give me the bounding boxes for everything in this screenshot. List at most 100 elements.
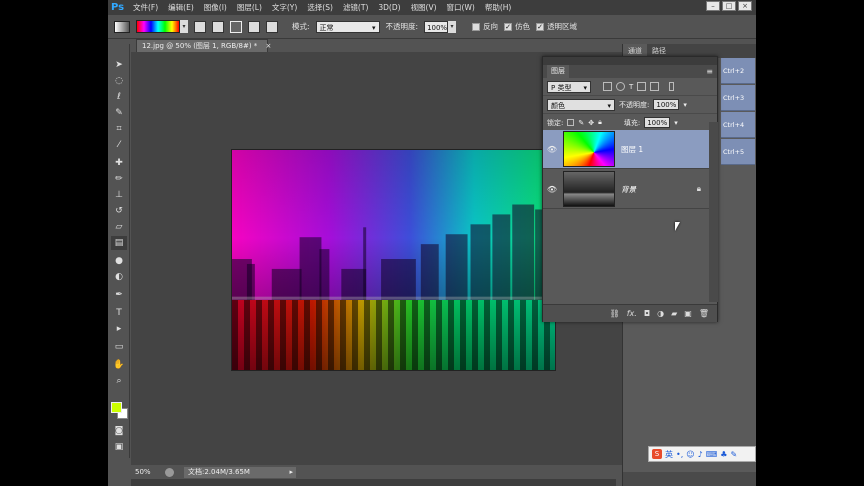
filter-adjustment-icon[interactable] — [616, 82, 625, 91]
menu-file[interactable]: 文件(F) — [128, 0, 163, 15]
menu-type[interactable]: 文字(Y) — [267, 0, 302, 15]
lock-all-icon[interactable]: 🔒︎ — [598, 118, 602, 127]
dither-option[interactable]: ✓ 仿色 — [504, 21, 530, 32]
gradient-picker[interactable]: ▾ — [136, 20, 188, 33]
reverse-checkbox[interactable] — [472, 22, 481, 31]
panel-menu-icon[interactable]: ≡ — [706, 67, 713, 76]
lasso-tool-icon[interactable]: ℓ — [111, 90, 127, 104]
status-info-icon[interactable] — [165, 467, 174, 477]
close-button[interactable]: × — [738, 1, 752, 11]
menu-filter[interactable]: 滤镜(T) — [338, 0, 373, 15]
document-tab[interactable]: 12.jpg @ 50% (图层 1, RGB/8#) * × — [136, 39, 271, 52]
menu-window[interactable]: 窗口(W) — [442, 0, 480, 15]
menu-view[interactable]: 视图(V) — [406, 0, 442, 15]
app-logo[interactable]: Ps — [108, 0, 128, 15]
horizontal-scrollbar[interactable] — [131, 479, 616, 486]
fx-icon[interactable]: fx. — [627, 309, 637, 318]
adjustment-icon[interactable]: ◑ — [657, 309, 664, 318]
zoom-tool-icon[interactable]: ⌕ — [111, 374, 127, 388]
blend-mode-select[interactable]: 颜色 ▾ — [547, 98, 615, 111]
reflected-gradient-button[interactable] — [248, 20, 260, 33]
menu-select[interactable]: 选择(S) — [302, 0, 338, 15]
hand-tool-icon[interactable]: ✋ — [111, 358, 127, 372]
fill-input[interactable]: 100% — [644, 117, 671, 128]
mask-icon[interactable]: ◘ — [644, 309, 650, 318]
filter-type-icon[interactable]: T — [629, 83, 633, 91]
menu-layer[interactable]: 图层(L) — [232, 0, 267, 15]
radial-gradient-button[interactable] — [212, 20, 224, 33]
filter-pixel-icon[interactable] — [603, 82, 612, 91]
ime-keyboard-icon[interactable]: ⌨ — [706, 450, 718, 459]
mode-select[interactable]: 正常 ▾ — [315, 20, 380, 33]
diamond-gradient-button[interactable] — [266, 20, 278, 33]
gradient-tool-icon[interactable]: ▤ — [111, 236, 127, 250]
menu-edit[interactable]: 编辑(E) — [163, 0, 199, 15]
layer-row-background[interactable]: 👁︎ 背景 🔒︎ — [543, 170, 709, 209]
opacity-dropdown-icon[interactable]: ▾ — [448, 20, 457, 33]
transparency-checkbox[interactable]: ✓ — [536, 22, 545, 31]
reverse-option[interactable]: 反向 — [472, 21, 498, 32]
layers-scrollbar[interactable] — [709, 122, 718, 302]
layer-name[interactable]: 背景 — [621, 184, 636, 195]
foreground-color-swatch[interactable] — [111, 402, 122, 413]
filter-toggle-icon[interactable] — [669, 82, 675, 91]
dodge-tool-icon[interactable]: ◐ — [111, 270, 127, 284]
filter-smart-object-icon[interactable] — [650, 82, 660, 91]
lock-transparent-icon[interactable] — [567, 119, 575, 126]
dither-checkbox[interactable]: ✓ — [504, 22, 513, 31]
document-image[interactable] — [231, 149, 556, 371]
ime-voice-icon[interactable]: ♪ — [698, 450, 703, 459]
eyedropper-tool-icon[interactable]: ⁄ — [111, 138, 127, 152]
new-layer-icon[interactable]: ▣ — [684, 309, 692, 318]
pen-tool-icon[interactable]: ✒ — [111, 288, 127, 302]
eraser-tool-icon[interactable]: ▱ — [111, 220, 127, 234]
healing-brush-tool-icon[interactable]: ✚ — [111, 156, 127, 170]
ime-language-mode[interactable]: 英 — [665, 449, 673, 460]
group-icon[interactable]: ▰ — [671, 309, 677, 318]
lock-position-icon[interactable]: ✥ — [588, 119, 594, 127]
move-tool-icon[interactable]: ➤ — [111, 58, 127, 72]
screen-mode-icon[interactable]: ▣ — [111, 440, 127, 454]
path-selection-tool-icon[interactable]: ▸ — [111, 322, 127, 336]
chevron-down-icon[interactable]: ▾ — [674, 119, 678, 127]
filter-shape-icon[interactable] — [637, 82, 647, 91]
crop-tool-icon[interactable]: ⌗ — [111, 122, 127, 136]
visibility-eye-icon[interactable]: 👁︎ — [543, 185, 561, 194]
layer-opacity-input[interactable]: 100% — [653, 99, 680, 110]
menu-3d[interactable]: 3D(D) — [373, 0, 405, 15]
layer-row-layer1[interactable]: 👁︎ 图层 1 — [543, 130, 709, 169]
rectangle-tool-icon[interactable]: ▭ — [111, 340, 127, 354]
chevron-down-icon[interactable]: ▾ — [683, 101, 687, 109]
gradient-swatch[interactable] — [136, 20, 180, 33]
zoom-level[interactable]: 50% — [135, 468, 155, 476]
document-info[interactable]: 文档:2.04M/3.65M ▸ — [184, 466, 296, 478]
ime-punctuation-icon[interactable]: •, — [676, 450, 683, 459]
blur-tool-icon[interactable]: ● — [111, 254, 127, 268]
linear-gradient-button[interactable] — [194, 20, 206, 33]
history-item[interactable]: Ctrl+5 — [721, 139, 755, 165]
ime-tools-icon[interactable]: ✎ — [730, 450, 737, 459]
menu-image[interactable]: 图像(I) — [199, 0, 232, 15]
opacity-input[interactable]: 100% — [424, 20, 449, 33]
link-icon[interactable]: ⛓︎ — [610, 309, 620, 318]
transparency-option[interactable]: ✓ 透明区域 — [536, 21, 577, 32]
history-brush-tool-icon[interactable]: ↺ — [111, 204, 127, 218]
status-menu-arrow-icon[interactable]: ▸ — [289, 467, 293, 478]
layers-panel-titlebar[interactable] — [543, 57, 717, 65]
history-item[interactable]: Ctrl+2 — [721, 58, 755, 84]
tab-layers[interactable]: 图层 — [547, 65, 569, 78]
history-item[interactable]: Ctrl+3 — [721, 85, 755, 111]
quick-mask-icon[interactable]: ◙ — [111, 424, 127, 438]
ime-logo[interactable]: S — [652, 449, 662, 459]
minimize-button[interactable]: – — [706, 1, 720, 11]
quick-select-tool-icon[interactable]: ✎ — [111, 106, 127, 120]
menu-help[interactable]: 帮助(H) — [480, 0, 517, 15]
gradient-tool-preset-icon[interactable] — [114, 20, 130, 33]
history-item[interactable]: Ctrl+4 — [721, 112, 755, 138]
ime-skin-icon[interactable]: ♣ — [720, 450, 727, 459]
close-icon[interactable]: × — [266, 42, 272, 50]
angle-gradient-button[interactable] — [230, 20, 242, 33]
brush-tool-icon[interactable]: ✏ — [111, 172, 127, 186]
clone-stamp-tool-icon[interactable]: ⊥ — [111, 188, 127, 202]
type-tool-icon[interactable]: T — [111, 306, 127, 320]
